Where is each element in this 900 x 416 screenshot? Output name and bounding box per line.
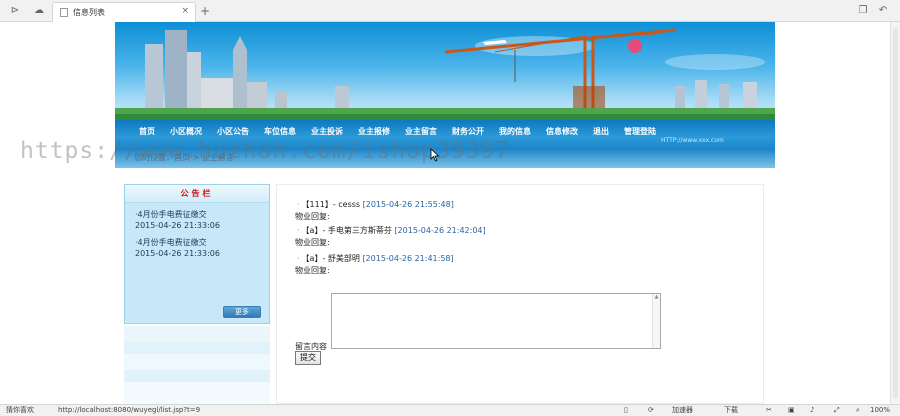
message-text: 【111】- cesss [305,200,361,209]
nav-owner-complaint[interactable]: 业主投诉 [311,126,343,138]
page-favicon-icon [60,8,68,17]
audio-icon[interactable]: ♪ [810,405,814,416]
page-viewport: 首页 小区概况 小区公告 车位信息 业主投诉 业主报修 业主留言 财务公开 我的… [0,22,890,404]
city-crane-illustration [115,28,775,120]
browser-tab-bar: ⊳ ☁ 信息列表 × + ❐ ↶ [0,0,900,22]
nav-parking-info[interactable]: 车位信息 [264,126,296,138]
accelerator-button[interactable]: 加速器 [672,405,693,416]
message-reply-label: 物业回复: [295,266,330,275]
nav-menu: 首页 小区概况 小区公告 车位信息 业主投诉 业主报修 业主留言 财务公开 我的… [139,126,671,138]
message-reply-label: 物业回复: [295,212,330,221]
status-recommend[interactable]: 猜你喜欢 [6,405,34,416]
message-list-panel: · 【111】- cesss [2015-04-26 21:55:48] 物业回复… [276,184,764,404]
undo-close-icon[interactable]: ↶ [876,4,890,18]
download-button[interactable]: 下载 [724,405,738,416]
phone-icon[interactable]: ▯ [624,405,628,416]
message-time: [2015-04-26 21:42:04] [394,226,486,235]
notice-item-date: 2015-04-26 21:33:06 [135,221,220,230]
notice-item-title[interactable]: ·4月份手电费征缴交 [135,237,220,248]
nav-owner-message[interactable]: 业主留言 [405,126,437,138]
message-text: 【a】- 舒美部明 [305,254,360,263]
tab-title: 信息列表 [73,8,105,17]
page-scrollbar-thumb[interactable] [893,28,898,398]
refresh-icon[interactable]: ⟳ [648,405,654,416]
nav-logout[interactable]: 退出 [593,126,609,138]
panel-stripe [124,342,270,354]
nav-community-notice[interactable]: 小区公告 [217,126,249,138]
message-time: [2015-04-26 21:41:58] [362,254,454,263]
submit-button[interactable]: 提交 [295,351,321,365]
message-entry: · 【a】- 舒美部明 [2015-04-26 21:41:58] [297,253,454,264]
sidebar-toggle-icon[interactable]: ⊳ [8,4,22,18]
notice-item-date: 2015-04-26 21:33:06 [135,249,220,258]
nav-owner-repair[interactable]: 业主报修 [358,126,390,138]
screenshot-icon[interactable]: ✂ [766,405,772,416]
tab-close-icon[interactable]: × [181,6,189,16]
nav-finance[interactable]: 财务公开 [452,126,484,138]
header-banner [115,22,775,120]
new-tab-button[interactable]: + [200,4,210,18]
left-panel-filler [124,326,270,404]
notice-item[interactable]: ·4月份手电费征缴交 2015-04-26 21:33:06 [135,209,220,231]
nav-site-url: HTTP://www.xxx.com [661,137,724,144]
zoom-icon[interactable]: ⌕ [856,405,860,416]
zoom-level[interactable]: 100% [870,405,890,416]
notice-item-title[interactable]: ·4月份手电费征缴交 [135,209,220,220]
nav-edit-info[interactable]: 信息修改 [546,126,578,138]
message-bullet: · [297,254,300,263]
message-bullet: · [297,226,300,235]
status-url: http://localhost:8080/wuyegl/list.jsp?t=… [58,406,201,414]
browser-tab[interactable]: 信息列表 × [52,2,196,22]
nav-admin-login[interactable]: 管理登陆 [624,126,656,138]
notice-item[interactable]: ·4月份手电费征缴交 2015-04-26 21:33:06 [135,237,220,259]
message-entry: · 【a】- 手电第三方斯蒂芬 [2015-04-26 21:42:04] [297,225,486,236]
panel-stripe [124,370,270,382]
message-reply-label: 物业回复: [295,238,330,247]
browser-status-bar: 猜你喜欢 http://localhost:8080/wuyegl/list.j… [0,404,900,416]
message-entry: · 【111】- cesss [2015-04-26 21:55:48] [297,199,454,210]
page-scrollbar[interactable] [890,22,900,404]
nav-community-overview[interactable]: 小区概况 [170,126,202,138]
window-icon[interactable]: ▣ [788,405,795,416]
message-time: [2015-04-26 21:55:48] [362,200,454,209]
message-textarea[interactable]: ▲ [331,293,661,349]
mouse-cursor-icon [430,148,440,162]
restore-window-icon[interactable]: ❐ [856,4,870,18]
notice-panel: 公告栏 ·4月份手电费征缴交 2015-04-26 21:33:06 ·4月份手… [124,184,270,324]
fullscreen-icon[interactable]: ⤢ [834,405,840,416]
nav-my-info[interactable]: 我的信息 [499,126,531,138]
notice-panel-title: 公告栏 [125,185,269,203]
nav-home[interactable]: 首页 [139,126,155,138]
cloud-icon[interactable]: ☁ [32,4,46,18]
textarea-scrollbar[interactable]: ▲ [652,294,660,348]
message-bullet: · [297,200,300,209]
notice-more-button[interactable]: 更多 [223,306,261,318]
message-text: 【a】- 手电第三方斯蒂芬 [305,226,392,235]
